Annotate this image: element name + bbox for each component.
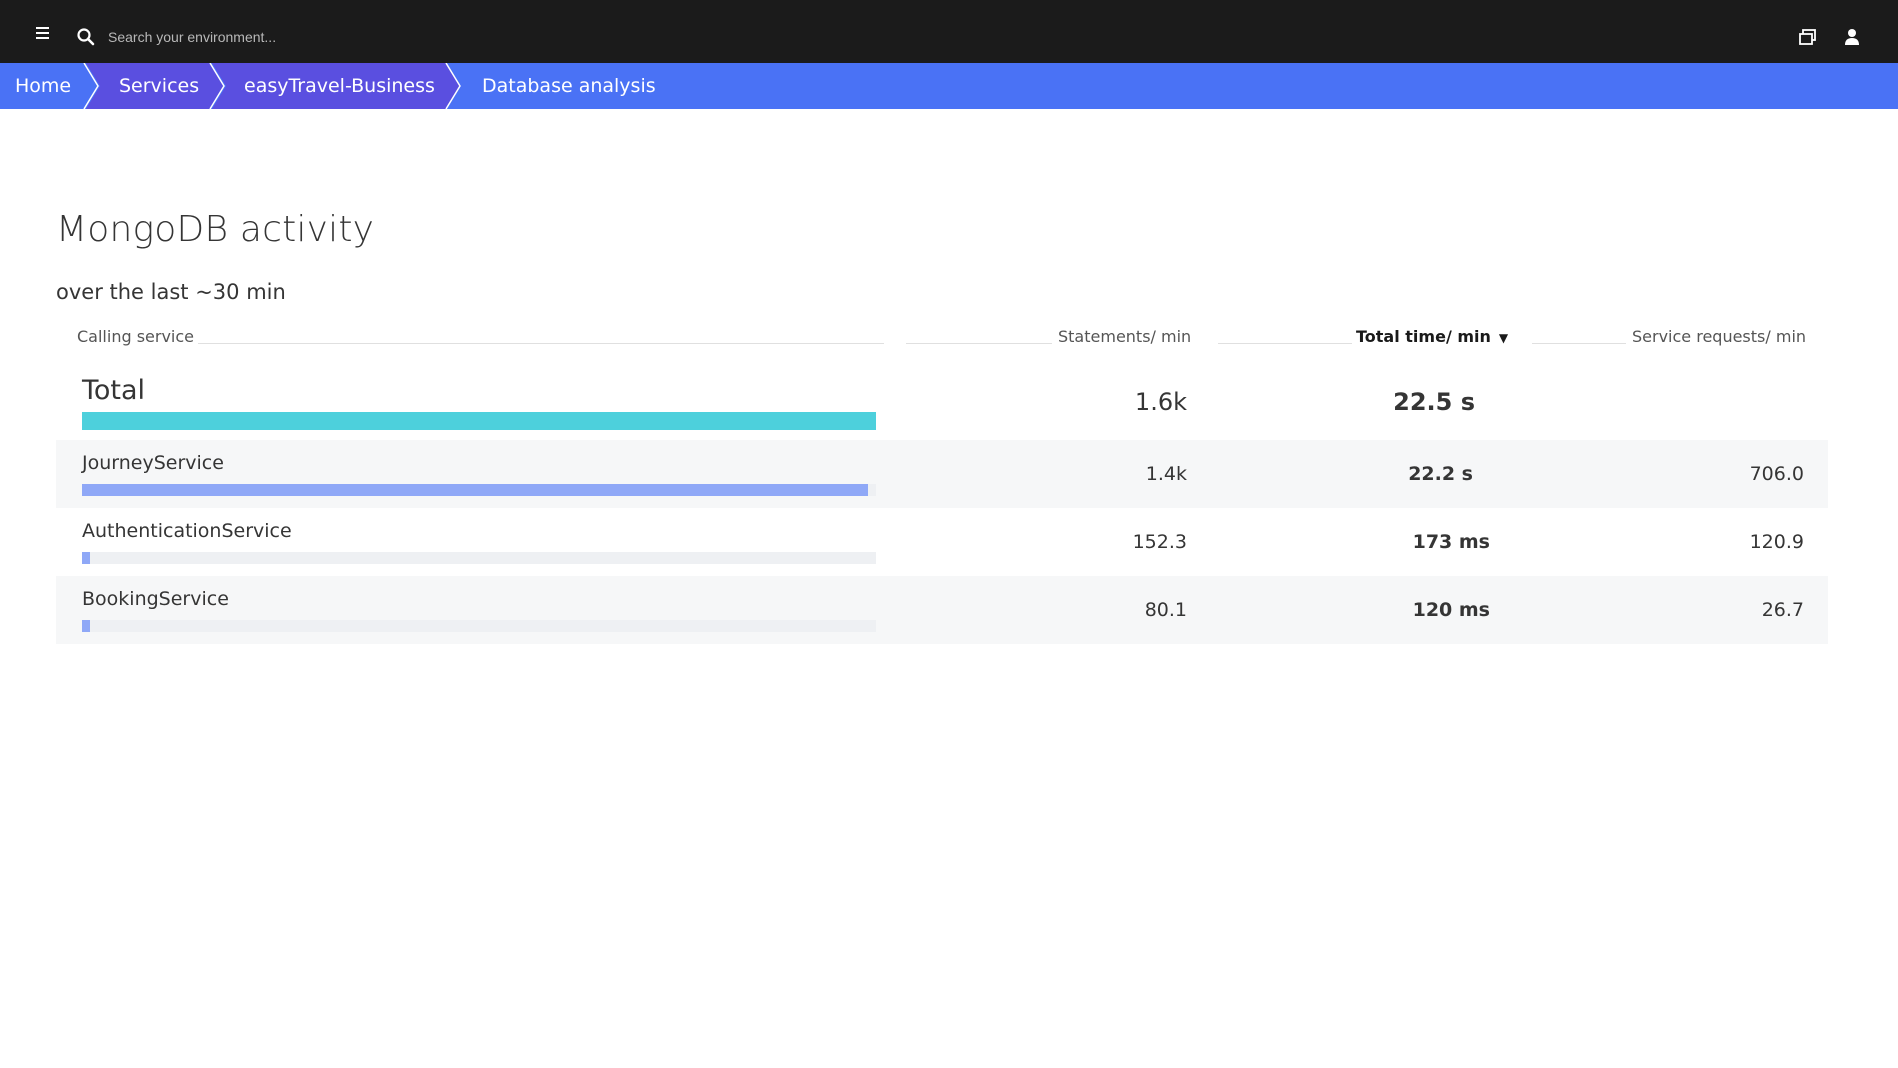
- service-requests-value: 706.0: [1749, 463, 1804, 485]
- top-bar: [0, 0, 1898, 63]
- breadcrumb-services[interactable]: Services: [119, 63, 199, 109]
- total-time: 22.5 s: [1393, 388, 1475, 416]
- statements-value: 1.4k: [1145, 463, 1187, 485]
- header-divider: [1218, 343, 1352, 344]
- table-row-bookingservice[interactable]: [56, 576, 1828, 644]
- search-input[interactable]: [108, 24, 508, 50]
- column-header-total-time-label: Total time/ min: [1356, 327, 1491, 346]
- breadcrumb-easytravel-business[interactable]: easyTravel-Business: [244, 63, 435, 109]
- column-header-service-requests[interactable]: Service requests/ min: [1632, 327, 1806, 346]
- service-name-bookingservice[interactable]: BookingService: [82, 588, 229, 610]
- total-time-value: 120 ms: [1412, 599, 1490, 621]
- statements-value: 152.3: [1132, 531, 1187, 553]
- page-title: MongoDB activity: [56, 209, 375, 250]
- service-name-authenticationservice[interactable]: AuthenticationService: [82, 520, 292, 542]
- total-statements: 1.6k: [1134, 388, 1187, 416]
- row-bar-track: [82, 620, 876, 632]
- row-bar-track: [82, 484, 876, 496]
- total-time-value: 173 ms: [1412, 531, 1490, 553]
- total-time-value: 22.2 s: [1408, 463, 1473, 485]
- breadcrumb: Home Services easyTravel-Business Databa…: [0, 63, 1898, 109]
- breadcrumb-home[interactable]: Home: [15, 63, 71, 109]
- service-requests-value: 26.7: [1761, 599, 1804, 621]
- row-bar-fill: [82, 552, 90, 564]
- column-header-statements[interactable]: Statements/ min: [1058, 327, 1191, 346]
- service-requests-value: 120.9: [1749, 531, 1804, 553]
- windows-icon[interactable]: [1798, 27, 1818, 47]
- sort-descending-icon: ▼: [1498, 331, 1509, 345]
- header-divider: [906, 343, 1052, 344]
- total-bar-fill: [82, 412, 876, 430]
- header-divider: [1532, 343, 1626, 344]
- service-name-journeyservice[interactable]: JourneyService: [82, 452, 224, 474]
- header-divider: [198, 343, 884, 344]
- user-icon[interactable]: [1843, 27, 1861, 47]
- table-row-journeyservice[interactable]: [56, 440, 1828, 508]
- row-bar-track: [82, 552, 876, 564]
- page-subtitle: over the last ~30 min: [56, 280, 286, 304]
- row-bar-fill: [82, 620, 90, 632]
- row-bar-fill: [82, 484, 868, 496]
- total-label: Total: [82, 375, 146, 406]
- statements-value: 80.1: [1144, 599, 1187, 621]
- column-header-calling-service[interactable]: Calling service: [77, 327, 194, 346]
- total-bar-track: [82, 412, 876, 430]
- breadcrumb-database-analysis: Database analysis: [482, 75, 656, 97]
- search-icon: [77, 28, 95, 46]
- column-header-total-time[interactable]: Total time/ min ▼: [1356, 327, 1508, 346]
- table-row-authenticationservice[interactable]: [56, 508, 1828, 576]
- menu-icon[interactable]: [30, 21, 54, 45]
